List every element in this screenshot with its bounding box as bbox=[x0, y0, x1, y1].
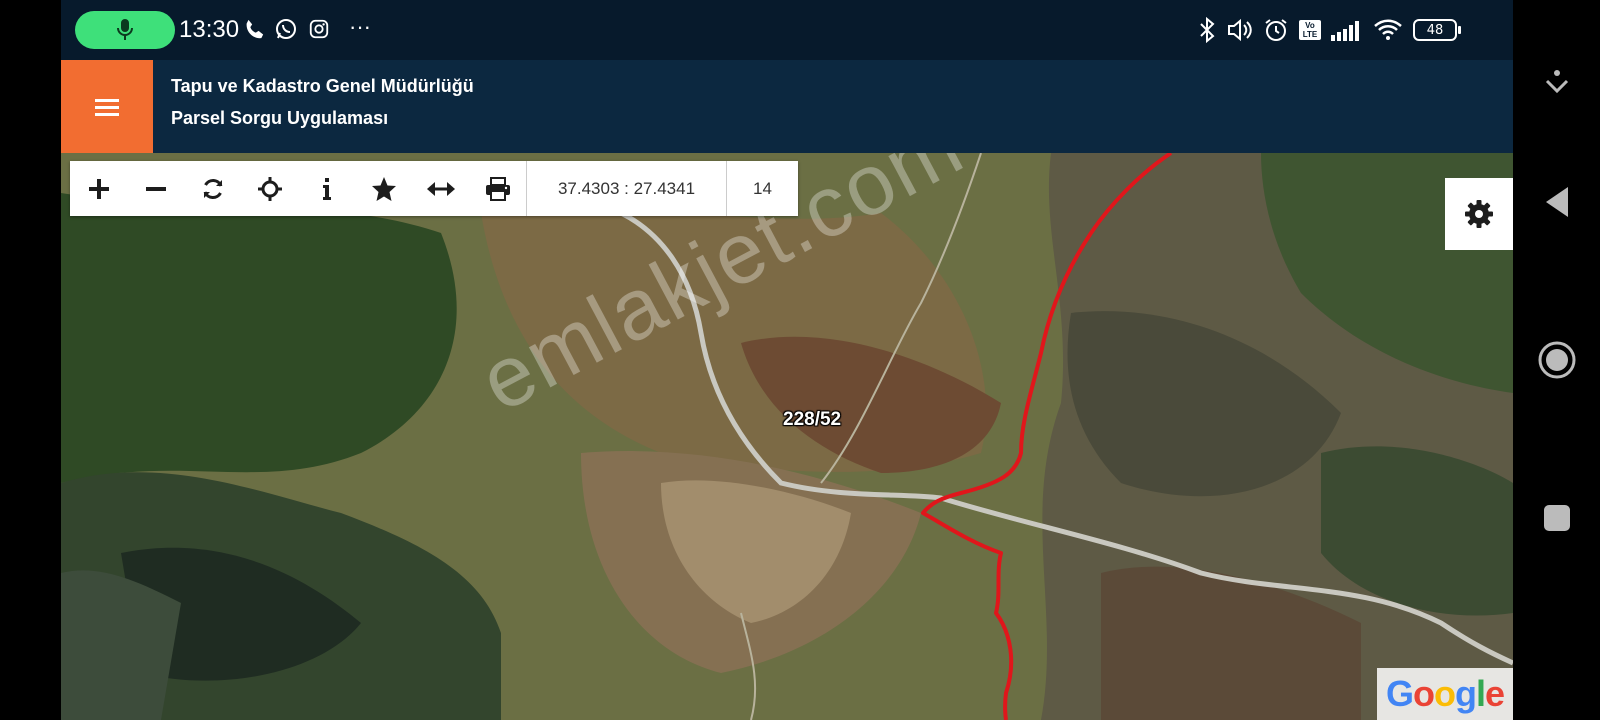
alarm-icon bbox=[1265, 19, 1287, 41]
status-right-icons: Vo LTE 48 bbox=[1197, 14, 1461, 46]
status-bar: 13:30 ··· Vo LTE 48 bbox=[61, 0, 1513, 60]
star-icon bbox=[371, 176, 396, 201]
crosshair-icon bbox=[257, 176, 282, 201]
screen: 13:30 ··· Vo LTE 48 Tapu ve Kadastro Gen… bbox=[0, 0, 1600, 720]
volte-icon: Vo LTE bbox=[1299, 20, 1321, 40]
navigation-bar bbox=[1513, 0, 1600, 720]
info-icon bbox=[322, 177, 331, 200]
signal-icon bbox=[1331, 21, 1359, 41]
app-header: Tapu ve Kadastro Genel Müdürlüğü Parsel … bbox=[61, 60, 1513, 153]
mic-icon bbox=[117, 19, 133, 40]
home-icon bbox=[1538, 341, 1575, 379]
app-title: Tapu ve Kadastro Genel Müdürlüğü bbox=[171, 76, 474, 96]
phone-icon bbox=[241, 16, 267, 42]
instagram-icon bbox=[306, 16, 332, 42]
printer-icon bbox=[485, 176, 510, 201]
measure-button[interactable] bbox=[412, 161, 469, 216]
print-button[interactable] bbox=[469, 161, 526, 216]
refresh-icon bbox=[203, 178, 222, 199]
hamburger-menu-icon bbox=[95, 98, 119, 116]
arrows-horizontal-icon bbox=[426, 181, 455, 196]
home-button[interactable] bbox=[1513, 330, 1600, 390]
map-view[interactable]: emlakjet.com 228/52 37.4303: 27.4341 14… bbox=[61, 153, 1513, 720]
recents-icon bbox=[1543, 505, 1570, 531]
zoom-in-button[interactable] bbox=[70, 161, 127, 216]
phone-screen: 13:30 ··· Vo LTE 48 Tapu ve Kadastro Gen… bbox=[61, 0, 1513, 720]
whatsapp-icon bbox=[273, 16, 299, 42]
locate-button[interactable] bbox=[241, 161, 298, 216]
info-button[interactable] bbox=[298, 161, 355, 216]
volume-icon bbox=[1228, 18, 1252, 42]
plus-icon bbox=[88, 178, 109, 199]
more-icon: ··· bbox=[349, 14, 371, 39]
back-button[interactable] bbox=[1513, 172, 1600, 232]
app-subtitle: Parsel Sorgu Uygulaması bbox=[171, 108, 389, 128]
refresh-button[interactable] bbox=[184, 161, 241, 216]
favorite-button[interactable] bbox=[355, 161, 412, 216]
zoom-out-button[interactable] bbox=[127, 161, 184, 216]
download-icon bbox=[1545, 70, 1568, 94]
back-icon bbox=[1545, 187, 1568, 217]
zoom-level-display: 14 bbox=[726, 161, 798, 216]
minus-icon bbox=[145, 186, 166, 191]
bluetooth-icon bbox=[1200, 17, 1215, 43]
battery-icon: 48 bbox=[1413, 19, 1461, 41]
download-button[interactable] bbox=[1513, 52, 1600, 112]
settings-button[interactable] bbox=[1445, 178, 1513, 250]
menu-button[interactable] bbox=[61, 60, 153, 153]
map-toolbar: 37.4303 : 27.4341 14 bbox=[70, 161, 798, 216]
google-attribution: Google bbox=[1377, 668, 1513, 720]
gear-icon bbox=[1465, 200, 1493, 228]
status-time: 13:30 bbox=[179, 16, 240, 43]
wifi-icon bbox=[1374, 19, 1402, 40]
recents-button[interactable] bbox=[1513, 488, 1600, 548]
mic-indicator[interactable] bbox=[75, 11, 175, 49]
parcel-label[interactable]: 228/52 bbox=[783, 409, 841, 431]
google-logo: Google bbox=[1385, 673, 1505, 714]
coordinates-display: 37.4303 : 27.4341 bbox=[526, 161, 726, 216]
